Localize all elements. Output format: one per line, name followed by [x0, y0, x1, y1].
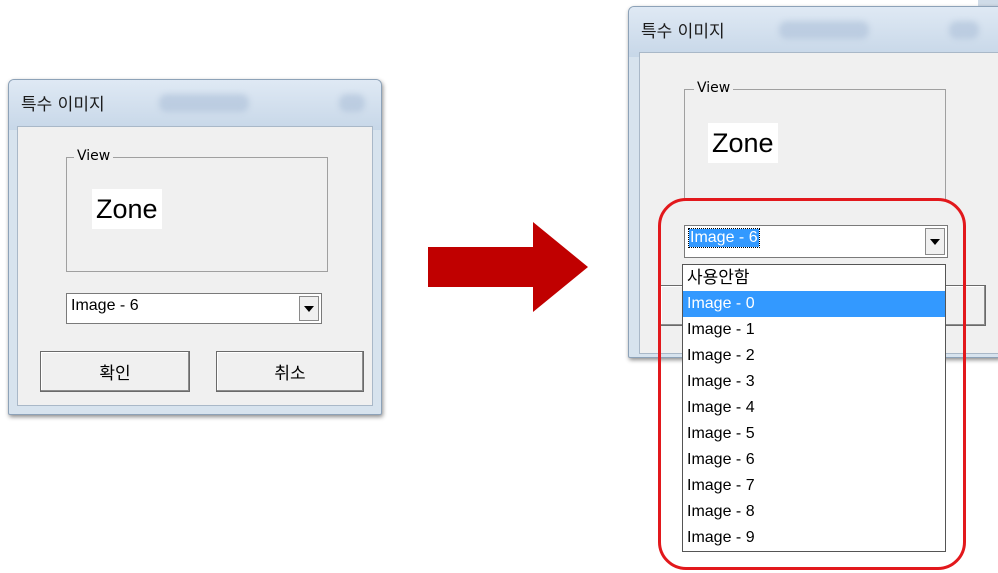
combo-value: Image - 6 [71, 297, 139, 314]
chevron-down-icon [304, 305, 314, 312]
preview-text: Zone [708, 123, 778, 163]
arrow-right-icon [428, 222, 588, 312]
ok-button[interactable]: 확인 [40, 351, 190, 392]
groupbox-label: View [74, 148, 114, 164]
preview-text: Zone [92, 189, 162, 229]
cancel-button[interactable]: 취소 [216, 351, 364, 392]
dropdown-button[interactable] [299, 296, 319, 321]
dialog-title: 특수 이미지 [21, 95, 105, 115]
dialog-title: 특수 이미지 [641, 22, 725, 42]
groupbox-label: View [694, 80, 734, 96]
before-dialog: 특수 이미지 View Zone Image - 6 확인 취소 [8, 79, 382, 415]
image-combo[interactable]: Image - 6 [66, 293, 322, 324]
highlight-ring [658, 198, 966, 570]
dialog-client: View Zone Image - 6 확인 취소 [17, 126, 373, 406]
